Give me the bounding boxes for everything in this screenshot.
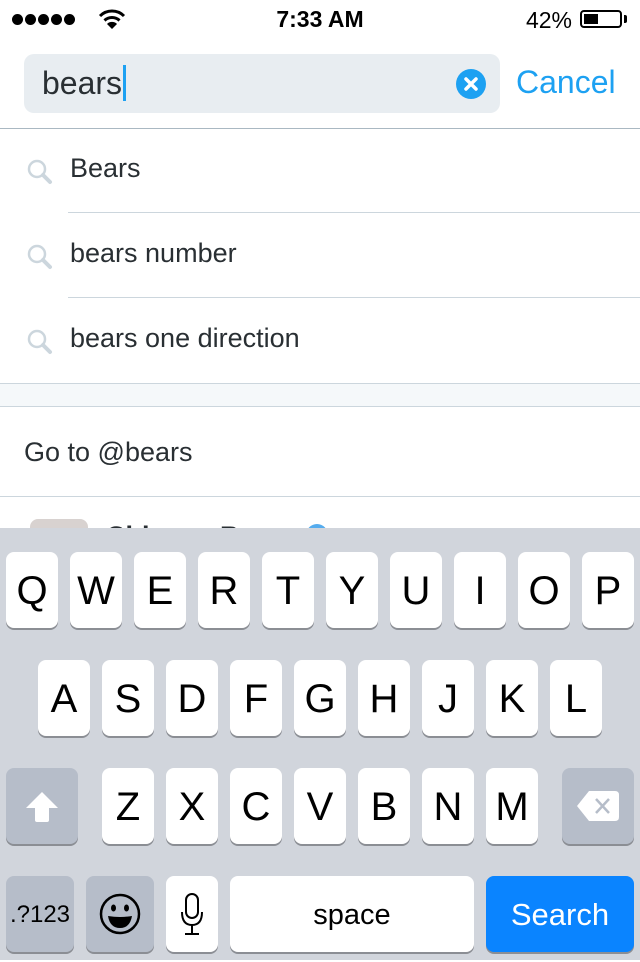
- key-w[interactable]: W: [70, 552, 122, 628]
- keyboard: Q W E R T Y U I O P A S D F G H J K L Z …: [0, 528, 640, 960]
- status-bar: 7:33 AM 42%: [0, 0, 640, 40]
- key-v[interactable]: V: [294, 768, 346, 844]
- cancel-button[interactable]: Cancel: [516, 64, 616, 101]
- space-key[interactable]: space: [230, 876, 474, 952]
- key-x[interactable]: X: [166, 768, 218, 844]
- clear-circle-icon: [464, 77, 478, 91]
- goto-user-label: Go to @bears: [24, 437, 193, 467]
- suggestion-label: bears number: [70, 238, 237, 268]
- search-icon: [27, 159, 52, 184]
- key-e[interactable]: E: [134, 552, 186, 628]
- key-a[interactable]: A: [38, 660, 90, 736]
- suggestion-item[interactable]: bears one direction: [0, 298, 640, 383]
- shift-key[interactable]: [6, 768, 78, 844]
- clear-search-button[interactable]: [456, 69, 486, 99]
- key-m[interactable]: M: [486, 768, 538, 844]
- key-i[interactable]: I: [454, 552, 506, 628]
- microphone-icon: [181, 893, 203, 935]
- key-f[interactable]: F: [230, 660, 282, 736]
- key-p[interactable]: P: [582, 552, 634, 628]
- key-g[interactable]: G: [294, 660, 346, 736]
- shift-arrow-icon: [26, 792, 58, 822]
- search-icon: [27, 329, 52, 354]
- search-icon: [27, 244, 52, 269]
- key-z[interactable]: Z: [102, 768, 154, 844]
- key-d[interactable]: D: [166, 660, 218, 736]
- key-h[interactable]: H: [358, 660, 410, 736]
- emoji-key[interactable]: [86, 876, 154, 952]
- delete-key[interactable]: [562, 768, 634, 844]
- key-u[interactable]: U: [390, 552, 442, 628]
- key-n[interactable]: N: [422, 768, 474, 844]
- emoji-icon: [99, 893, 141, 935]
- numbers-key[interactable]: .?123: [6, 876, 74, 952]
- suggestion-item[interactable]: Bears: [0, 128, 640, 213]
- text-cursor: [123, 65, 127, 101]
- backspace-icon: [577, 791, 619, 821]
- key-b[interactable]: B: [358, 768, 410, 844]
- battery-icon: [580, 10, 622, 28]
- goto-user-row[interactable]: Go to @bears: [0, 407, 640, 497]
- key-y[interactable]: Y: [326, 552, 378, 628]
- key-t[interactable]: T: [262, 552, 314, 628]
- search-input[interactable]: bears: [24, 54, 500, 113]
- key-k[interactable]: K: [486, 660, 538, 736]
- dictation-key[interactable]: [166, 876, 218, 952]
- key-o[interactable]: O: [518, 552, 570, 628]
- key-l[interactable]: L: [550, 660, 602, 736]
- key-q[interactable]: Q: [6, 552, 58, 628]
- key-s[interactable]: S: [102, 660, 154, 736]
- battery-percentage: 42%: [525, 7, 572, 33]
- key-j[interactable]: J: [422, 660, 474, 736]
- suggestion-item[interactable]: bears number: [0, 213, 640, 298]
- section-separator: [0, 383, 640, 407]
- battery-tip: [624, 15, 627, 23]
- key-r[interactable]: R: [198, 552, 250, 628]
- search-query-text: bears: [42, 64, 123, 101]
- search-query-container[interactable]: bears: [42, 64, 127, 101]
- key-c[interactable]: C: [230, 768, 282, 844]
- search-key[interactable]: Search: [486, 876, 634, 952]
- suggestion-label: bears one direction: [70, 323, 300, 353]
- suggestion-label: Bears: [70, 153, 141, 183]
